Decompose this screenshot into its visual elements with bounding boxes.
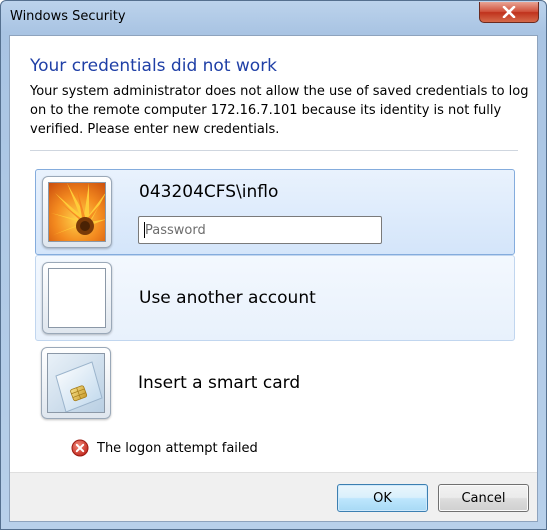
credential-tile-current-user[interactable]: 043204CFS\inflo (35, 169, 515, 255)
flower-picture-icon (49, 183, 105, 241)
smart-card-icon (55, 361, 103, 412)
other-account-label: Use another account (139, 288, 316, 308)
cancel-button[interactable]: Cancel (438, 484, 529, 512)
smart-card-picture-frame (41, 347, 111, 419)
user-picture (48, 182, 106, 242)
separator (30, 150, 518, 151)
error-status: The logon attempt failed (71, 438, 258, 458)
smart-card-picture (47, 353, 105, 413)
error-text: The logon attempt failed (97, 440, 258, 456)
user-picture-frame (42, 176, 112, 248)
security-dialog-window: Windows Security Your credentials did no… (0, 0, 547, 530)
text-caret (144, 222, 145, 238)
window-title: Windows Security (10, 9, 126, 24)
blank-account-icon (48, 268, 106, 328)
close-button[interactable] (479, 2, 539, 23)
password-input[interactable] (138, 216, 382, 244)
smart-card-label: Insert a smart card (138, 373, 301, 393)
dialog-client-area: Your credentials did not work Your syste… (9, 35, 538, 522)
blank-picture-frame (42, 262, 112, 334)
credential-tile-smart-card[interactable]: Insert a smart card (35, 341, 515, 427)
credential-tile-other-account[interactable]: Use another account (35, 255, 515, 341)
dialog-message: Your system administrator does not allow… (30, 84, 529, 137)
user-name: 043204CFS\inflo (139, 182, 279, 202)
dialog-heading: Your credentials did not work (30, 56, 278, 76)
error-x-icon (71, 439, 89, 457)
ok-button[interactable]: OK (337, 484, 428, 512)
button-bar: OK Cancel (10, 472, 537, 521)
close-icon (502, 6, 516, 18)
title-bar[interactable]: Windows Security (1, 1, 546, 35)
